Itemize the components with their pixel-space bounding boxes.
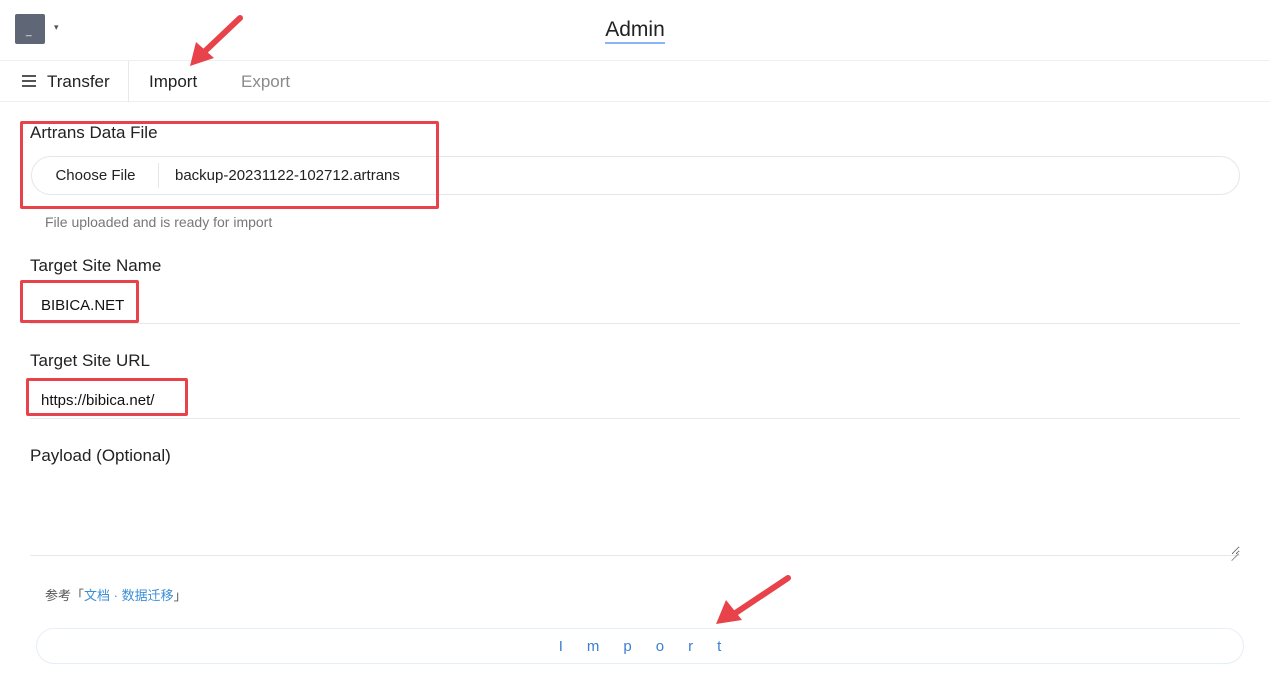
annotation-arrow-icon — [716, 575, 791, 624]
tab-transfer-label: Transfer — [47, 72, 110, 91]
site-name-label: Target Site Name — [30, 256, 162, 275]
import-button[interactable]: Import — [36, 628, 1244, 664]
menu-icon[interactable] — [22, 75, 36, 87]
site-url-label: Target Site URL — [30, 351, 150, 370]
payload-textarea[interactable] — [30, 478, 1240, 556]
docs-data-migration-link[interactable]: 文档 · 数据迁移 — [84, 588, 174, 603]
reference-suffix: 」 — [173, 588, 187, 603]
file-upload-hint: File uploaded and is ready for import — [45, 214, 273, 230]
reference-prefix: 参考「 — [45, 588, 85, 603]
reference-note: 参考「文档 · 数据迁移」 — [45, 585, 187, 604]
annotation-box-site-url — [26, 378, 188, 416]
site-name-underline — [30, 323, 1240, 324]
tab-transfer[interactable]: Transfer — [0, 61, 129, 102]
annotation-box-file — [20, 121, 439, 209]
admin-page: _ ▾ Admin Transfer Import Export Artrans… — [0, 0, 1270, 677]
page-title-text: Admin — [605, 18, 665, 44]
tab-export[interactable]: Export — [241, 61, 290, 102]
annotation-arrow-icon — [190, 15, 243, 66]
site-url-underline — [30, 418, 1240, 419]
annotation-box-site-name — [20, 280, 139, 323]
resize-handle-icon[interactable] — [1231, 546, 1239, 562]
payload-label: Payload (Optional) — [30, 446, 171, 465]
